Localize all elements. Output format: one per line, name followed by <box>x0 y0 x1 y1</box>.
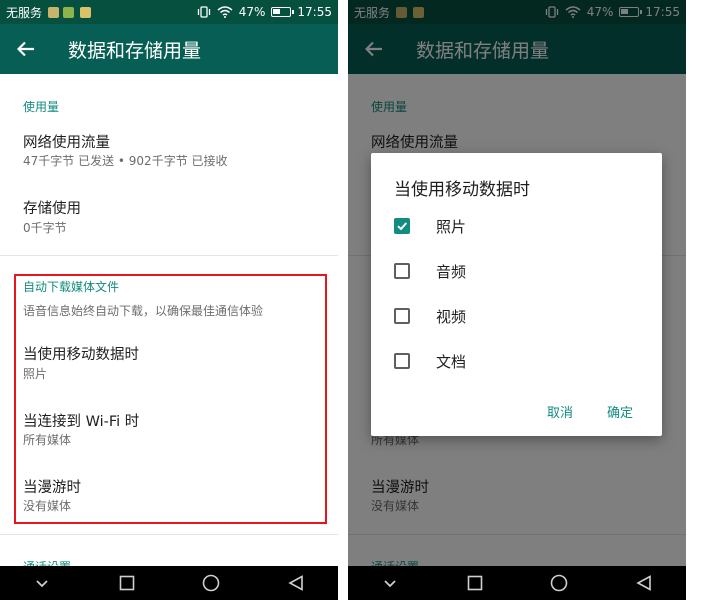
wifi-icon <box>217 6 233 18</box>
checkbox-unchecked-icon[interactable] <box>394 263 410 279</box>
nav-down-icon[interactable] <box>370 566 410 600</box>
mobile-data-dialog: 当使用移动数据时 照片音频视频文档 取消 确定 <box>371 153 662 436</box>
dialog-option[interactable]: 文档 <box>394 349 466 373</box>
notification-icon <box>48 6 60 18</box>
highlight-box <box>14 274 327 524</box>
checkbox-unchecked-icon[interactable] <box>394 308 410 324</box>
dialog-option-label: 视频 <box>436 307 467 326</box>
status-bar: 无服务 47% 17:55 <box>0 0 338 24</box>
dialog-option-label: 照片 <box>436 217 467 236</box>
notification-icon <box>63 6 75 18</box>
network-usage-title: 网络使用流量 <box>23 135 110 151</box>
settings-screen-with-dialog: 无服务 47% 17:55 数据和存储用量 使用量 <box>348 0 686 600</box>
nav-recents-icon[interactable] <box>107 566 147 600</box>
app-bar: 数据和存储用量 <box>0 24 338 74</box>
nav-back-icon[interactable] <box>276 566 316 600</box>
carrier-label: 无服务 <box>6 5 43 20</box>
usage-section-header: 使用量 <box>23 100 60 114</box>
cancel-button[interactable]: 取消 <box>547 402 573 421</box>
ok-button[interactable]: 确定 <box>607 402 633 421</box>
notification-icon <box>80 6 92 18</box>
nav-back-icon[interactable] <box>624 566 664 600</box>
dialog-option-label: 文档 <box>436 352 467 371</box>
navigation-bar <box>0 566 338 600</box>
nav-home-icon[interactable] <box>539 566 579 600</box>
page-title: 数据和存储用量 <box>68 39 202 62</box>
checkbox-checked-icon[interactable] <box>394 218 410 234</box>
back-arrow-icon[interactable] <box>0 24 52 74</box>
dialog-option[interactable]: 音频 <box>394 259 466 283</box>
settings-list: 使用量 网络使用流量 47千字节 已发送 • 902千字节 已接收 存储使用 0… <box>0 74 338 566</box>
settings-screen: 无服务 47% 17:55 数据和存储用量 使用量 网络使用流量 47千字节 已… <box>0 0 338 600</box>
network-usage-summary: 47千字节 已发送 • 902千字节 已接收 <box>23 154 228 168</box>
dialog-option-label: 音频 <box>436 262 467 281</box>
vibrate-icon <box>197 6 211 18</box>
storage-usage-summary: 0千字节 <box>23 221 67 235</box>
nav-recents-icon[interactable] <box>455 566 495 600</box>
nav-down-icon[interactable] <box>22 566 62 600</box>
battery-icon <box>271 7 295 17</box>
dialog-option[interactable]: 视频 <box>394 304 466 328</box>
divider <box>0 534 338 535</box>
comparison-view: 无服务 47% 17:55 数据和存储用量 使用量 网络使用流量 47千字节 已… <box>0 0 702 600</box>
nav-home-icon[interactable] <box>191 566 231 600</box>
storage-usage-title: 存储使用 <box>23 201 81 217</box>
call-settings-section-header: 通话设置 <box>23 558 71 566</box>
dialog-title: 当使用移动数据时 <box>394 180 530 200</box>
battery-percent: 47% <box>238 5 266 19</box>
checkbox-unchecked-icon[interactable] <box>394 353 410 369</box>
dialog-option[interactable]: 照片 <box>394 214 466 238</box>
clock: 17:55 <box>297 5 332 19</box>
navigation-bar <box>348 566 686 600</box>
divider <box>0 255 338 256</box>
